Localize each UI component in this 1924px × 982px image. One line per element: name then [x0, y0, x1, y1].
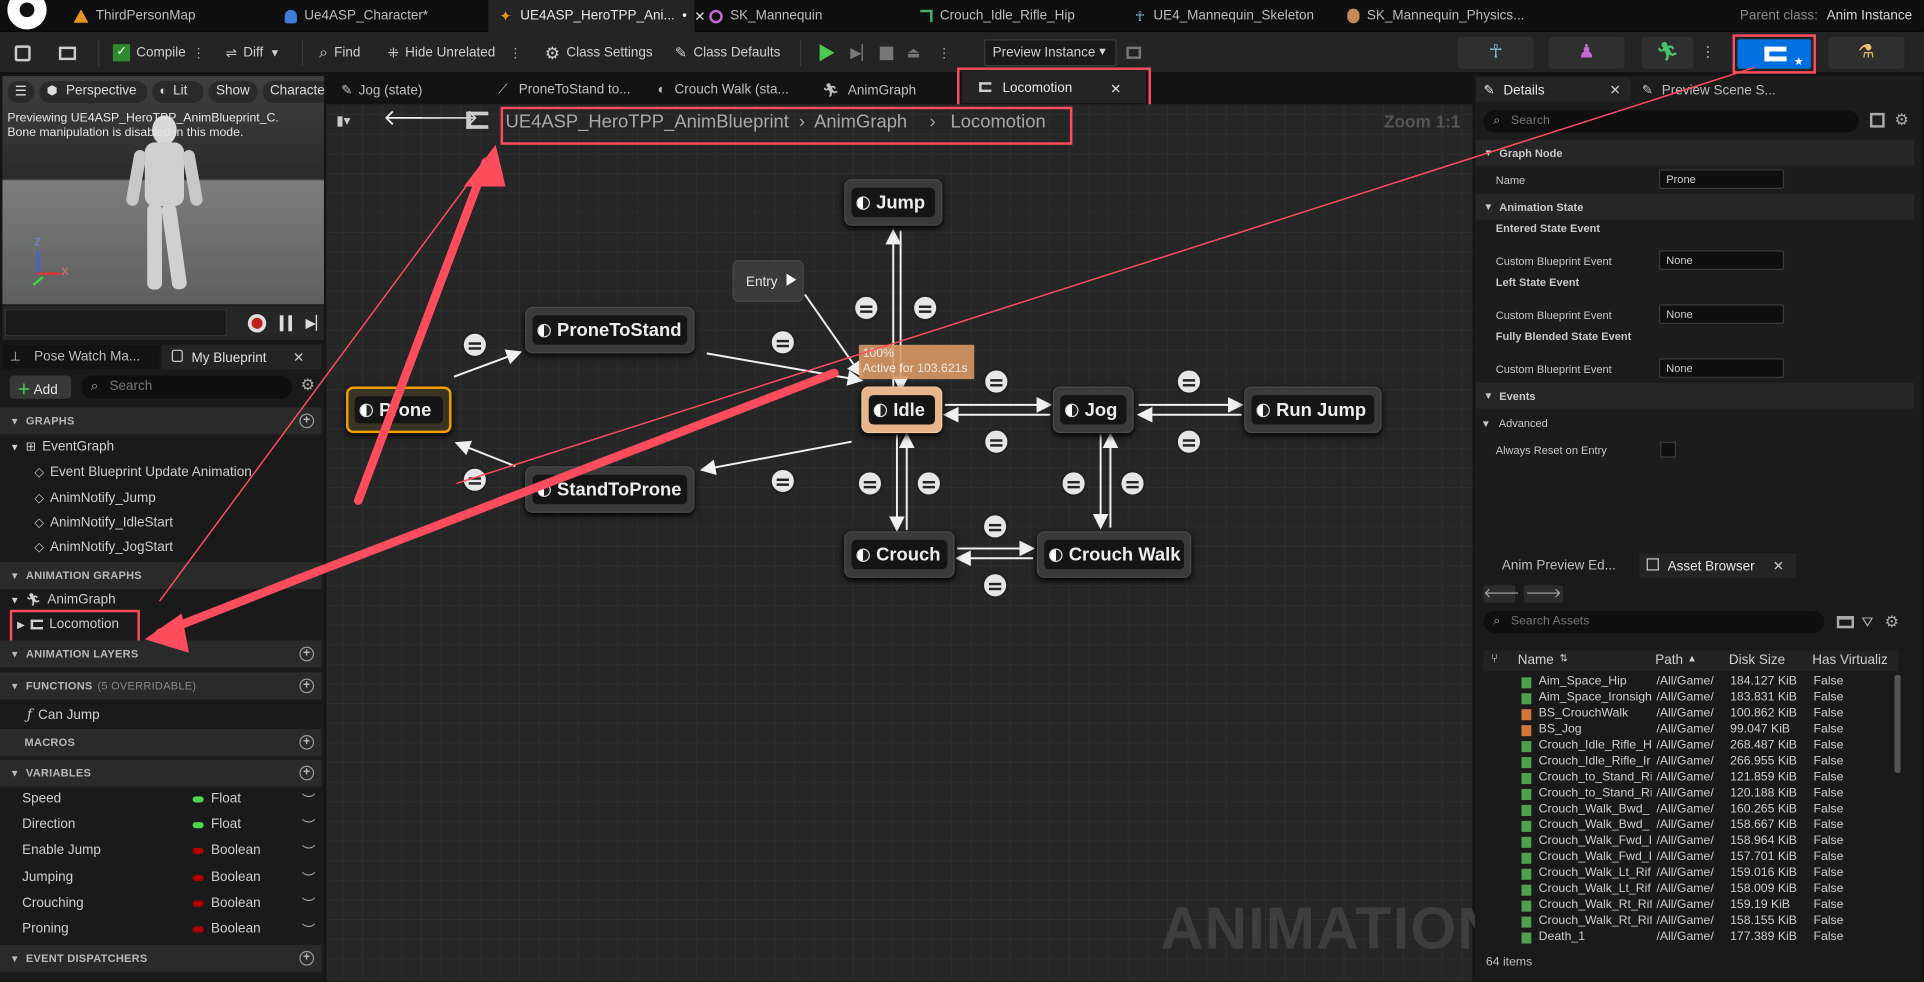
annotation-arrows: [144, 66, 1755, 653]
